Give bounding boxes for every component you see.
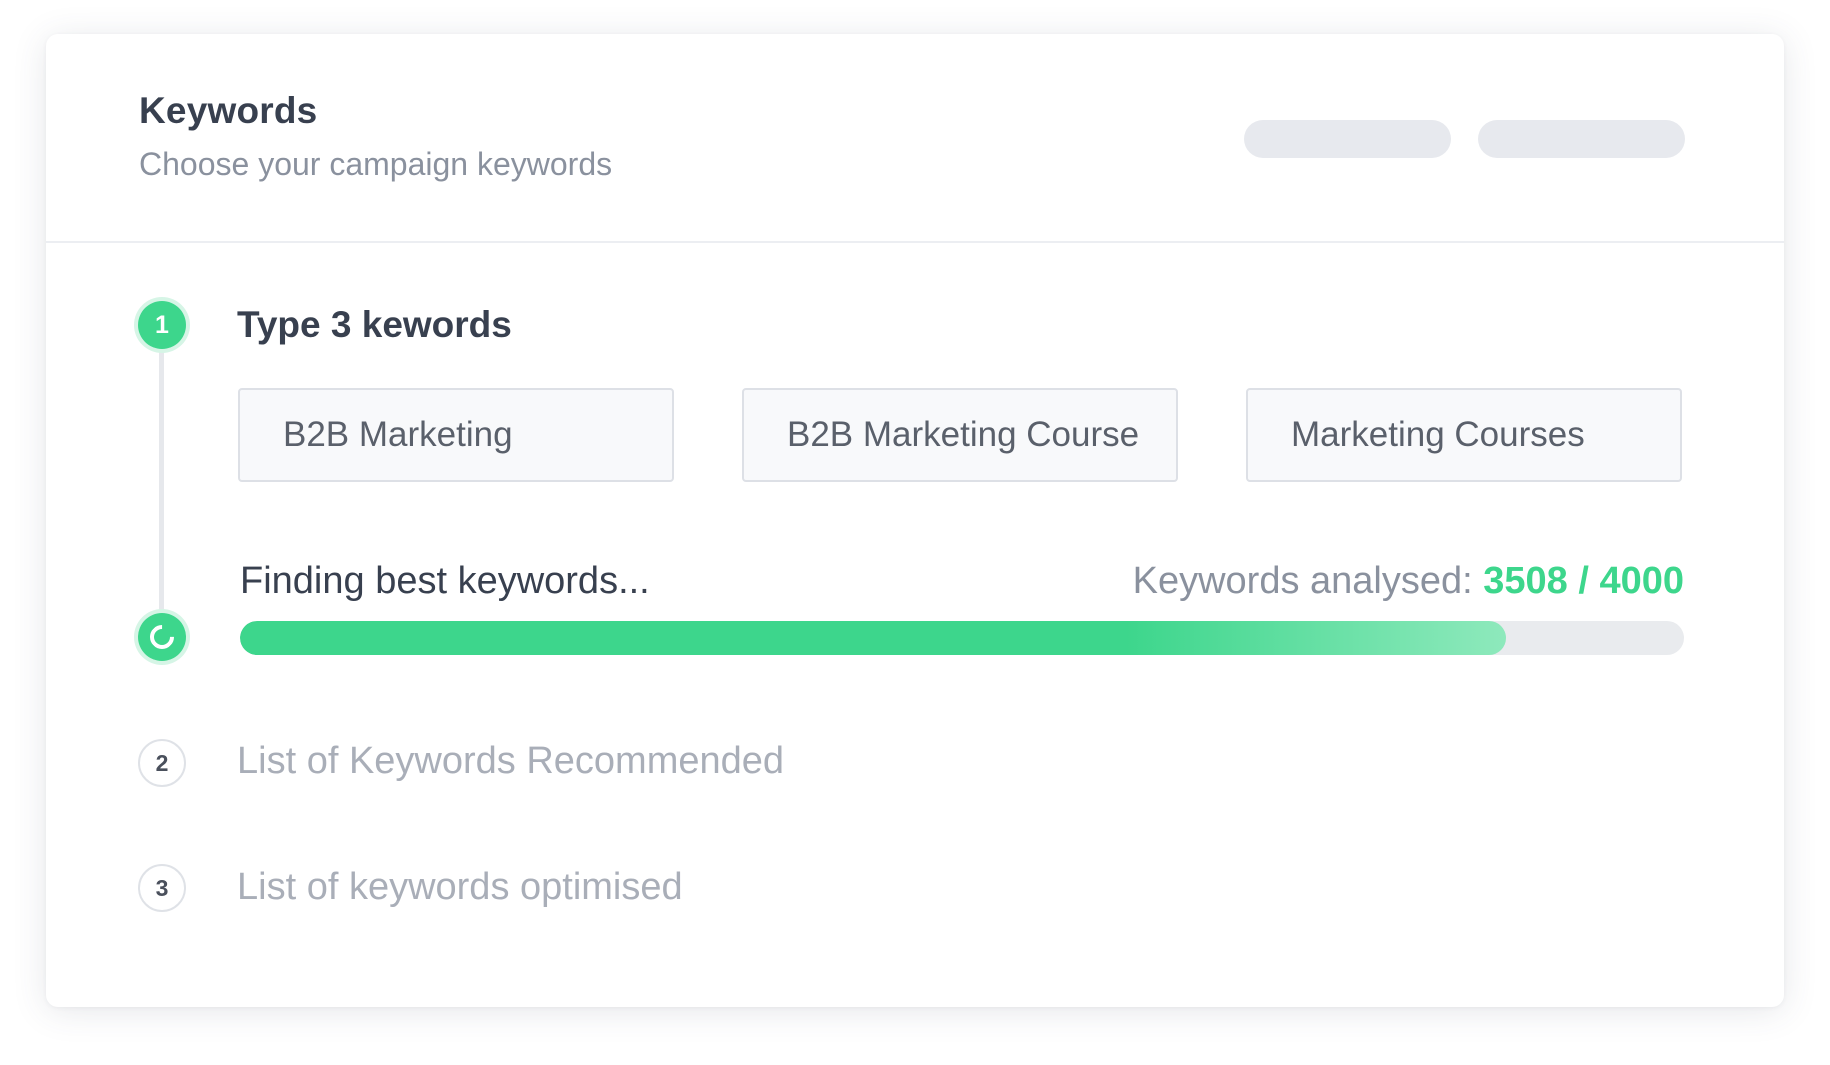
keywords-card: Keywords Choose your campaign keywords 1… <box>46 34 1784 1007</box>
header-action-placeholder-2[interactable] <box>1478 120 1685 158</box>
step-3-title: List of keywords optimised <box>237 866 683 908</box>
page-subtitle: Choose your campaign keywords <box>139 146 613 182</box>
progress-bar <box>240 621 1684 655</box>
progress-label: Finding best keywords... <box>240 560 650 602</box>
step-2-title: List of Keywords Recommended <box>237 740 785 782</box>
analysed-count: 3508 / 4000 <box>1483 560 1684 602</box>
step-2-number: 2 <box>155 749 169 776</box>
spinner-icon <box>145 620 179 654</box>
step-timeline-line <box>159 334 164 654</box>
analysed-label: Keywords analysed: <box>1132 560 1473 602</box>
keyword-input-2[interactable]: B2B Marketing Course <box>742 388 1178 482</box>
loading-indicator <box>138 613 186 661</box>
step-3-indicator: 3 <box>138 864 186 912</box>
step-3-number: 3 <box>155 874 169 901</box>
progress-bar-fill <box>240 621 1507 655</box>
keyword-input-3[interactable]: Marketing Courses <box>1246 388 1682 482</box>
step-1-title: Type 3 kewords <box>237 304 512 345</box>
card-header: Keywords Choose your campaign keywords <box>46 34 1784 243</box>
page-title: Keywords <box>139 90 318 131</box>
step-1-indicator: 1 <box>138 301 186 349</box>
header-action-placeholder-1[interactable] <box>1244 120 1451 158</box>
keywords-analysed-readout: Keywords analysed: 3508 / 4000 <box>1133 560 1684 603</box>
keyword-input-1[interactable]: B2B Marketing <box>238 388 674 482</box>
step-1-number: 1 <box>155 310 169 339</box>
step-2-indicator: 2 <box>138 739 186 787</box>
